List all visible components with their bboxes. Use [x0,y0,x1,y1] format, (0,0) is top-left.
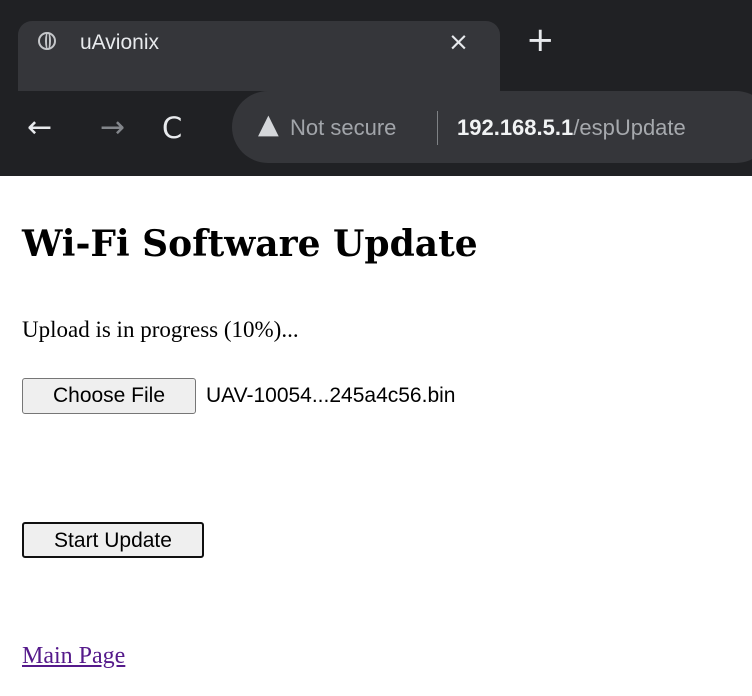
warning-icon[interactable]: ▲ [258,111,279,139]
url-path: /espUpdate [573,115,686,140]
security-status-label[interactable]: Not secure [290,115,396,141]
main-page-link[interactable]: Main Page [22,642,125,670]
upload-status: Upload is in progress (10%)... [22,317,299,342]
url-host: 192.168.5.1 [457,115,574,140]
tab-close-icon[interactable]: × [448,28,469,56]
reload-icon[interactable]: C [162,113,182,143]
forward-arrow-icon[interactable]: → [100,113,125,143]
browser-chrome: uAvionix × + ← → C ▲ Not secure 192.168.… [0,0,752,176]
page-title: Wi-Fi Software Update [22,223,478,265]
choose-file-button[interactable]: Choose File [22,377,196,414]
back-arrow-icon[interactable]: ← [27,113,52,143]
new-tab-icon[interactable]: + [526,22,555,58]
start-update-button[interactable]: Start Update [22,522,204,558]
globe-icon [38,32,56,50]
file-picker: Choose File UAV-10054...245a4c56.bin [22,377,455,414]
selected-file-name: UAV-10054...245a4c56.bin [206,383,456,407]
tab-title: uAvionix [80,31,159,54]
address-divider [437,111,438,145]
url-text[interactable]: 192.168.5.1/espUpdate [457,115,686,141]
